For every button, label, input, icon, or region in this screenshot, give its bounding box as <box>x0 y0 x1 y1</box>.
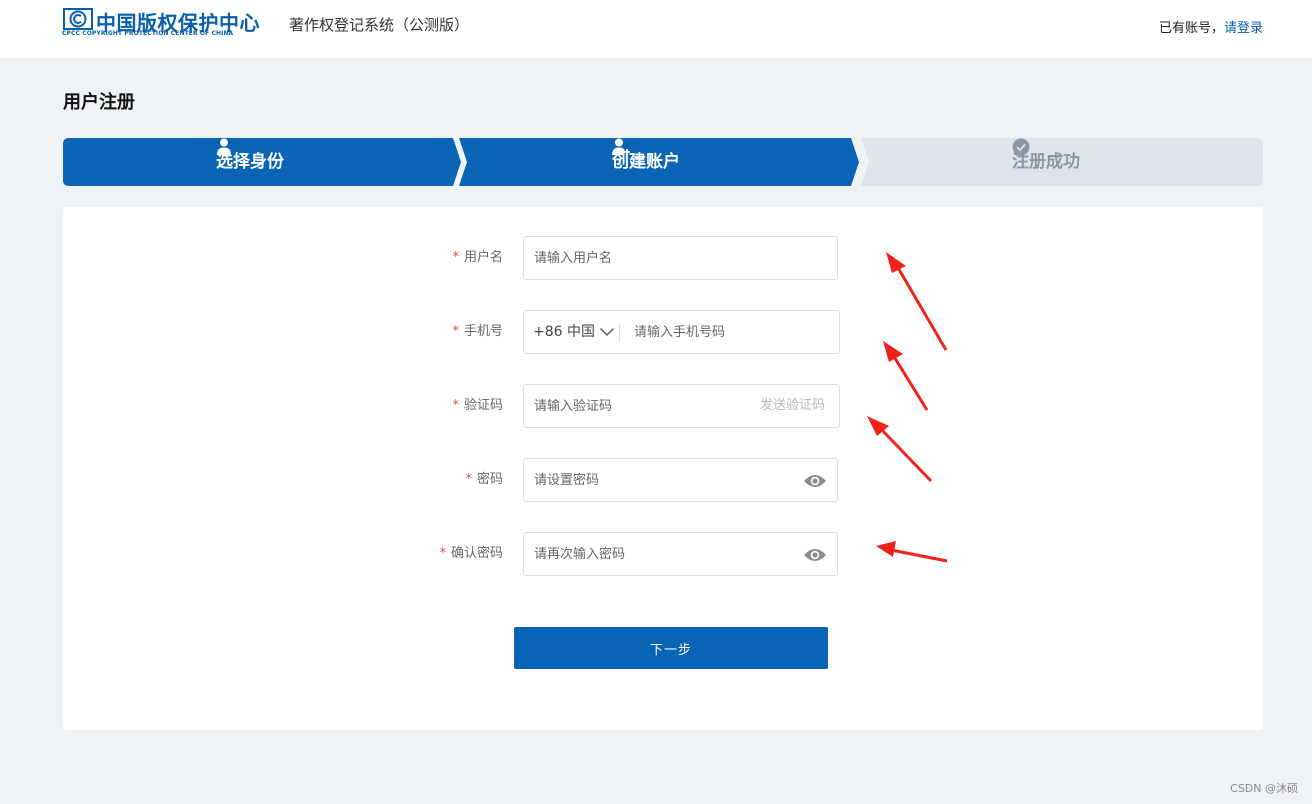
code-label: * 验证码 <box>452 384 503 428</box>
password-field <box>523 458 838 502</box>
check-circle-icon <box>1012 138 1030 156</box>
step-create-account: 创建账户 <box>612 138 680 186</box>
required-mark: * <box>452 398 459 413</box>
login-link[interactable]: 请登录 <box>1224 21 1263 36</box>
divider <box>619 324 620 342</box>
user-add-icon <box>612 138 630 155</box>
confirm-password-label: * 确认密码 <box>439 532 503 576</box>
registration-form-card: * 用户名 * 手机号 +86 中国 * 验证码 发送验证码 * 密码 <box>63 207 1263 730</box>
code-label-text: 验证码 <box>463 398 503 413</box>
top-header: 中国版权保护中心 CPCC COPYRIGHT PROTECTION CENTE… <box>0 0 1312 58</box>
logo-english-text: CPCC COPYRIGHT PROTECTION CENTER OF CHIN… <box>62 30 234 37</box>
eye-icon[interactable] <box>803 473 827 489</box>
required-mark: * <box>465 472 472 487</box>
send-code-button[interactable]: 发送验证码 <box>760 385 825 427</box>
step-select-identity: 选择身份 <box>216 138 284 186</box>
code-row: * 验证码 发送验证码 <box>63 384 1263 428</box>
password-row: * 密码 <box>63 458 1263 502</box>
password-label: * 密码 <box>465 458 503 502</box>
password-label-text: 密码 <box>476 472 503 487</box>
watermark: CSDN @沐硕 <box>1230 782 1298 795</box>
phone-row: * 手机号 +86 中国 <box>63 310 1263 354</box>
username-input[interactable] <box>534 237 794 279</box>
username-field <box>523 236 838 280</box>
confirm-password-field <box>523 532 838 576</box>
phone-label: * 手机号 <box>452 310 503 354</box>
required-mark: * <box>439 546 446 561</box>
required-mark: * <box>452 324 459 339</box>
username-row: * 用户名 <box>63 236 1263 280</box>
username-label-text: 用户名 <box>463 250 503 265</box>
username-label: * 用户名 <box>452 236 503 280</box>
registration-steps: 选择身份 创建账户 注册成功 <box>63 138 1263 186</box>
system-title: 著作权登记系统（公测版） <box>289 16 470 34</box>
phone-input[interactable] <box>634 311 829 353</box>
country-code-select[interactable]: +86 中国 <box>533 311 615 353</box>
confirm-password-row: * 确认密码 <box>63 532 1263 576</box>
phone-label-text: 手机号 <box>463 324 503 339</box>
next-step-button[interactable]: 下一步 <box>514 627 828 669</box>
country-code-value: +86 中国 <box>533 324 595 340</box>
login-question: 已有账号， <box>1158 21 1224 36</box>
phone-field: +86 中国 <box>523 310 840 354</box>
confirm-label-text: 确认密码 <box>450 546 503 561</box>
cpcc-logo[interactable]: 中国版权保护中心 CPCC COPYRIGHT PROTECTION CENTE… <box>62 7 270 39</box>
confirm-password-input[interactable] <box>534 533 794 575</box>
login-prompt: 已有账号，请登录 <box>1159 17 1263 36</box>
code-input[interactable] <box>534 385 734 427</box>
step-register-success: 注册成功 <box>1012 138 1080 186</box>
password-input[interactable] <box>534 459 794 501</box>
user-icon <box>217 138 231 155</box>
eye-icon[interactable] <box>803 547 827 563</box>
page-title: 用户注册 <box>63 92 135 113</box>
chevron-down-icon <box>600 328 614 336</box>
required-mark: * <box>452 250 459 265</box>
copyright-logo-icon <box>63 8 93 30</box>
code-field: 发送验证码 <box>523 384 840 428</box>
